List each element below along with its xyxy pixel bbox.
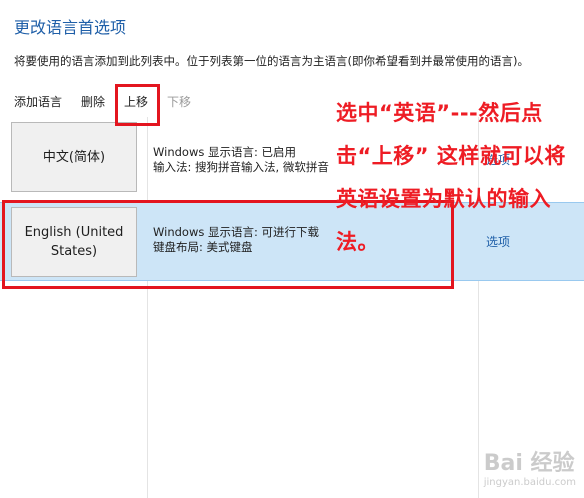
watermark-brand: Bai 经验 (483, 451, 575, 476)
language-info: Windows 显示语言: 已启用 输入法: 搜狗拼音输入法, 微软拼音 (153, 145, 329, 175)
page-title: 更改语言首选项 (14, 18, 127, 37)
watermark-logo: Bai 经验 jingyan.baidu.com (484, 445, 576, 488)
remove-button[interactable]: 删除 (81, 93, 105, 110)
instruction-annotation: 选中“英语”---然后点击“上移” 这样就可以将英语设置为默认的输入法。 (336, 101, 566, 254)
add-language-button[interactable]: 添加语言 (14, 93, 62, 110)
watermark-url: jingyan.baidu.com (483, 477, 576, 488)
input-method-info: 输入法: 搜狗拼音输入法, 微软拼音 (153, 160, 329, 174)
language-tile[interactable]: 中文(简体) (11, 122, 137, 192)
language-toolbar: 添加语言 删除 上移 下移 (14, 92, 210, 110)
display-language-status: Windows 显示语言: 已启用 (153, 145, 297, 159)
move-up-highlight (115, 84, 160, 126)
page-description: 将要使用的语言添加到此列表中。位于列表第一位的语言为主语言(即你希望看到并最常使… (14, 54, 529, 68)
move-down-button[interactable]: 下移 (167, 93, 191, 110)
